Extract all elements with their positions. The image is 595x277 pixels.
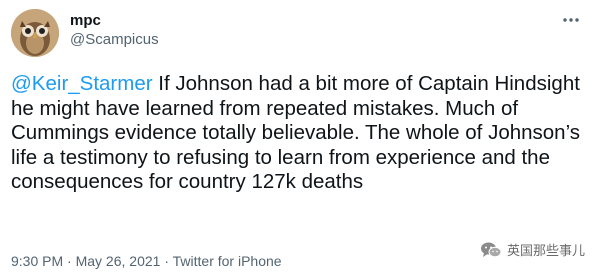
wechat-logo-icon (480, 241, 502, 259)
tweet-card: mpc @Scampicus @Keir_Starmer If Johnson … (0, 0, 595, 277)
meta-separator: · (160, 253, 173, 269)
meta-separator: · (63, 253, 76, 269)
tweet-source[interactable]: Twitter for iPhone (173, 253, 282, 269)
mention-link[interactable]: @Keir_Starmer (11, 72, 153, 95)
tweet-metadata: 9:30 PM · May 26, 2021 · Twitter for iPh… (11, 253, 282, 269)
tweet-date[interactable]: May 26, 2021 (76, 253, 161, 269)
more-options-icon[interactable] (561, 10, 581, 30)
watermark-text: 英国那些事儿 (506, 244, 585, 259)
display-name[interactable]: mpc (70, 12, 101, 29)
user-handle[interactable]: @Scampicus (70, 31, 159, 48)
tweet-text: @Keir_Starmer If Johnson had a bit more … (11, 72, 586, 195)
tweet-time[interactable]: 9:30 PM (11, 253, 63, 269)
owl-avatar-icon[interactable] (11, 9, 59, 57)
watermark: 英国那些事儿 (480, 240, 585, 259)
